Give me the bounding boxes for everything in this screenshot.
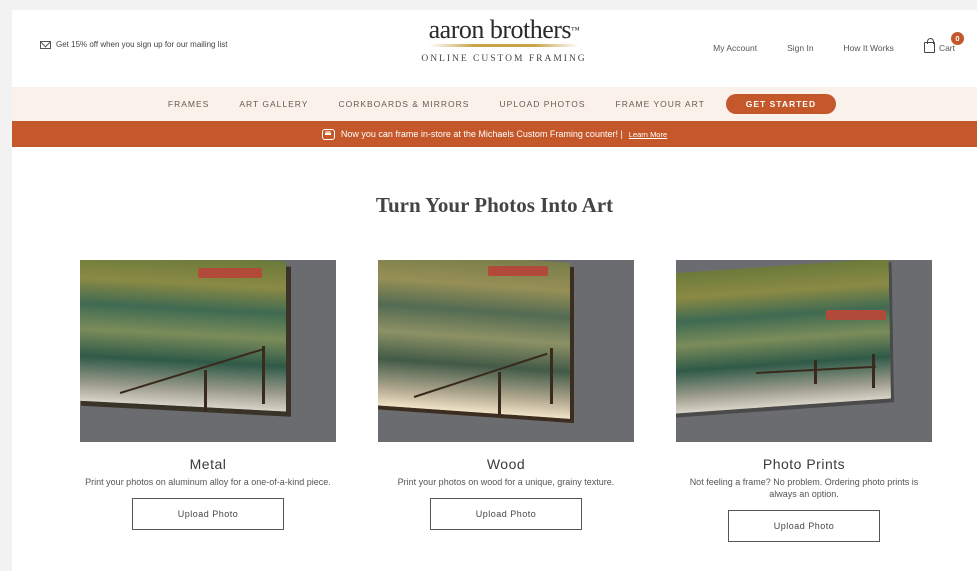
card-title: Photo Prints: [762, 456, 846, 472]
photo-print: [80, 260, 286, 412]
main-nav: FRAMES ART GALLERY CORKBOARDS & MIRRORS …: [12, 87, 977, 121]
promo-text[interactable]: Get 15% off when you sign up for our mai…: [56, 40, 228, 49]
railing-post: [872, 354, 875, 388]
logo-tagline: ONLINE CUSTOM FRAMING: [421, 54, 587, 64]
card-wood: Wood Print your photos on wood for a uni…: [378, 260, 634, 530]
how-it-works-link[interactable]: How It Works: [844, 43, 894, 53]
railing-post: [550, 348, 553, 404]
nav-item-upload-photos[interactable]: UPLOAD PHOTOS: [499, 99, 585, 109]
railing-post: [498, 372, 501, 414]
page: Get 15% off when you sign up for our mai…: [12, 10, 977, 571]
photo-prints-product-image[interactable]: [676, 260, 932, 442]
upload-photo-button[interactable]: Upload Photo: [430, 498, 582, 530]
product-cards: Metal Print your photos on aluminum allo…: [12, 260, 977, 570]
card-title: Metal: [189, 456, 227, 472]
card-description: Print your photos on aluminum alloy for …: [85, 477, 331, 487]
mailing-list-promo[interactable]: Get 15% off when you sign up for our mai…: [40, 40, 228, 49]
announcement-bar: Now you can frame in-store at the Michae…: [12, 121, 977, 147]
railing-post: [262, 346, 265, 404]
my-account-link[interactable]: My Account: [713, 43, 757, 53]
card-title: Wood: [486, 456, 526, 472]
card-metal: Metal Print your photos on aluminum allo…: [80, 260, 336, 530]
card-description: Not feeling a frame? No problem. Orderin…: [689, 477, 919, 499]
mail-icon: [40, 40, 51, 49]
railing-post: [204, 370, 207, 412]
shopping-bag-icon: [923, 38, 935, 53]
nav-item-frames[interactable]: FRAMES: [168, 99, 209, 109]
cart-button[interactable]: Cart 0: [923, 32, 964, 53]
upload-photo-button[interactable]: Upload Photo: [728, 510, 880, 542]
boat: [488, 266, 548, 276]
card-photo-prints: Photo Prints Not feeling a frame? No pro…: [676, 260, 932, 542]
sign-in-link[interactable]: Sign In: [787, 43, 813, 53]
metal-product-image[interactable]: [80, 260, 336, 442]
logo-wordmark: aaron brothers™: [428, 15, 580, 44]
site-logo[interactable]: aaron brothers™ ONLINE CUSTOM FRAMING: [399, 15, 609, 65]
learn-more-link[interactable]: Learn More: [629, 130, 667, 139]
photo-print: [378, 260, 570, 419]
nav-item-frame-your-art[interactable]: FRAME YOUR ART: [616, 99, 705, 109]
upload-photo-button[interactable]: Upload Photo: [132, 498, 284, 530]
photo-print: [676, 260, 891, 414]
railing-post: [814, 360, 817, 384]
cart-label: Cart: [938, 42, 955, 53]
card-description: Print your photos on wood for a unique, …: [397, 477, 615, 487]
boat: [198, 268, 262, 278]
page-title: Turn Your Photos Into Art: [375, 193, 614, 217]
chat-icon: [321, 128, 335, 140]
cart-count-badge: 0: [951, 32, 964, 45]
nav-item-art-gallery[interactable]: ART GALLERY: [239, 99, 308, 109]
site-header: Get 15% off when you sign up for our mai…: [12, 10, 977, 87]
utility-nav: My Account Sign In How It Works Cart 0: [683, 32, 977, 53]
announcement-text: Now you can frame in-store at the Michae…: [340, 129, 623, 139]
get-started-button[interactable]: GET STARTED: [725, 94, 837, 114]
boat: [826, 310, 886, 320]
logo-swoosh: [429, 44, 579, 47]
wood-product-image[interactable]: [378, 260, 634, 442]
nav-item-corkboards-mirrors[interactable]: CORKBOARDS & MIRRORS: [338, 99, 469, 109]
